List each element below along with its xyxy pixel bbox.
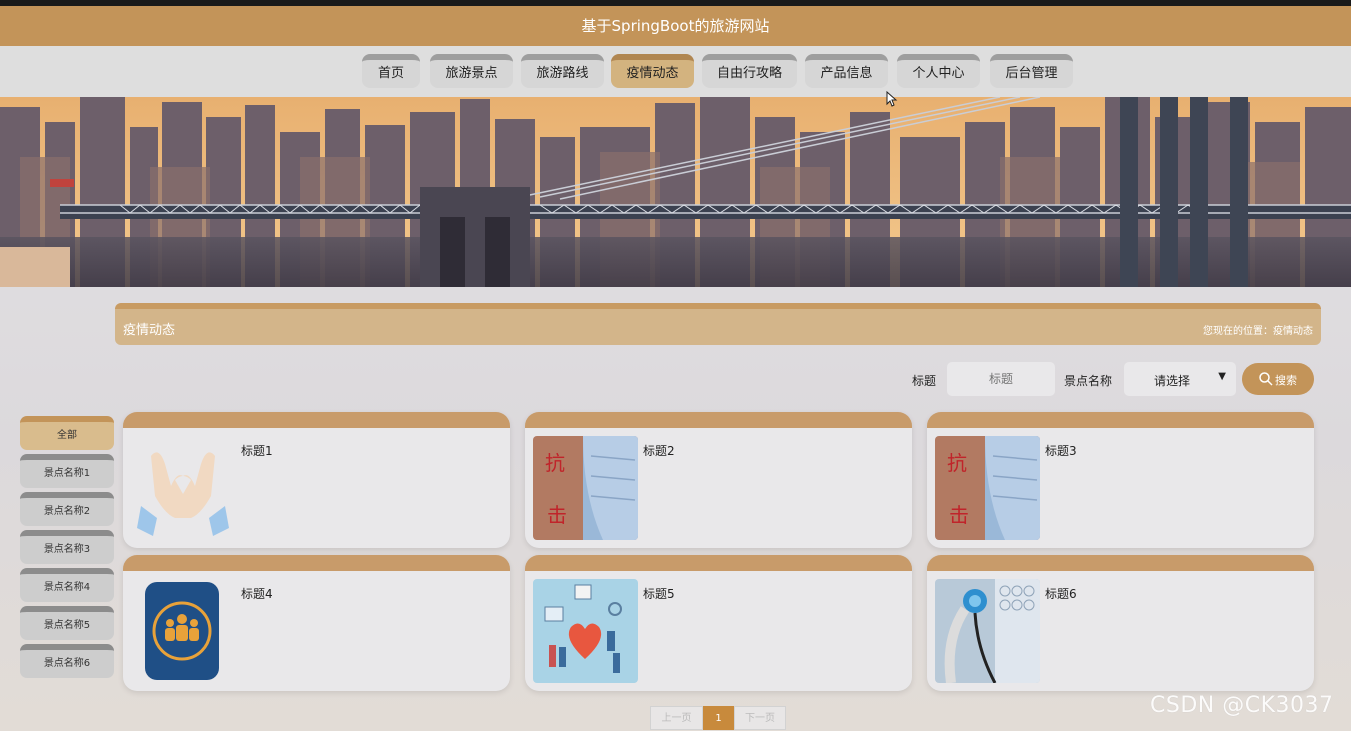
spot-filter-label: 景点名称 [1064,374,1113,388]
news-card[interactable]: 标题5 [525,555,912,691]
prev-page-button[interactable]: 上一页 [650,706,703,730]
heart-hands-image [131,436,236,540]
card-title: 标题4 [241,587,273,601]
breadcrumb: 您现在的位置：疫情动态 [1203,326,1313,337]
sidebar-item-spot-3[interactable]: 景点名称3 [20,530,114,564]
svg-text:抗: 抗 [947,451,967,475]
sidebar-item-label: 全部 [57,430,77,441]
sidebar-item-spot-2[interactable]: 景点名称2 [20,492,114,526]
nav-item-scenic-spots[interactable]: 旅游景点 [430,54,513,88]
svg-text:击: 击 [949,503,969,527]
nav-item-label: 旅游路线 [536,66,589,81]
news-card[interactable]: 抗 击 标题2 [525,412,912,548]
news-card[interactable]: 标题6 [927,555,1314,691]
sidebar-item-label: 景点名称6 [43,658,91,669]
chevron-down-icon: ▼ [1218,371,1226,382]
mouse-cursor-icon [886,91,898,107]
sidebar-item-spot-5[interactable]: 景点名称5 [20,606,114,640]
sidebar-item-all[interactable]: 全部 [20,416,114,450]
svg-text:击: 击 [547,503,567,527]
news-card[interactable]: 标题1 [123,412,510,548]
nav-item-label: 首页 [377,66,404,81]
title-search-input[interactable] [947,362,1055,396]
sidebar-item-label: 景点名称4 [43,582,91,593]
nav-item-label: 产品信息 [820,66,873,81]
site-title: 基于SpringBoot的旅游网站 [581,17,770,35]
card-title: 标题6 [1045,587,1077,601]
section-header: 疫情动态 您现在的位置：疫情动态 [115,303,1321,345]
search-icon [1259,372,1273,386]
nav-item-label: 后台管理 [1005,66,1058,81]
mask-image: 抗 击 [533,436,638,540]
title-filter-label: 标题 [912,374,937,388]
mask-image: 抗 击 [935,436,1040,540]
nav-item-label: 自由行攻略 [716,66,782,81]
nav-item-label: 旅游景点 [445,66,498,81]
spot-select[interactable]: 请选择 ▼ [1124,362,1236,396]
card-title: 标题5 [643,587,675,601]
stethoscope-image [935,579,1040,683]
card-title: 标题3 [1045,444,1077,458]
nav-item-free-travel-guide[interactable]: 自由行攻略 [702,54,797,88]
card-title: 标题2 [643,444,675,458]
sidebar-item-spot-1[interactable]: 景点名称1 [20,454,114,488]
family-badge-image [131,579,236,683]
nav-item-label: 个人中心 [912,66,965,81]
sidebar-item-spot-6[interactable]: 景点名称6 [20,644,114,678]
nav-item-admin[interactable]: 后台管理 [990,54,1073,88]
sidebar-item-label: 景点名称5 [43,620,91,631]
search-button-label: 搜索 [1275,374,1297,387]
watermark: CSDN @CK3037 [1150,693,1334,718]
medical-care-image [533,579,638,683]
sidebar-item-spot-4[interactable]: 景点名称4 [20,568,114,602]
next-page-button[interactable]: 下一页 [734,706,786,730]
card-title: 标题1 [241,444,273,458]
spot-select-value: 请选择 [1154,374,1191,388]
nav-item-personal-center[interactable]: 个人中心 [897,54,980,88]
city-bridge-photo [0,97,1351,287]
nav-item-travel-routes[interactable]: 旅游路线 [521,54,604,88]
sidebar-item-label: 景点名称3 [43,544,91,555]
banner-image [0,97,1351,287]
section-title: 疫情动态 [123,323,176,338]
nav-item-products[interactable]: 产品信息 [805,54,888,88]
sidebar-item-label: 景点名称1 [43,468,91,479]
sidebar-item-label: 景点名称2 [43,506,91,517]
site-header: 基于SpringBoot的旅游网站 [0,0,1351,46]
nav-item-home[interactable]: 首页 [362,54,420,88]
nav-item-label: 疫情动态 [626,66,679,81]
search-button[interactable]: 搜索 [1242,363,1314,395]
main-nav: 首页 旅游景点 旅游路线 疫情动态 自由行攻略 产品信息 个人中心 后台管理 [0,46,1351,97]
nav-item-epidemic-news[interactable]: 疫情动态 [611,54,694,88]
news-card[interactable]: 标题4 [123,555,510,691]
news-card[interactable]: 抗 击 标题3 [927,412,1314,548]
svg-text:抗: 抗 [545,451,565,475]
page-number-button[interactable]: 1 [703,706,734,730]
